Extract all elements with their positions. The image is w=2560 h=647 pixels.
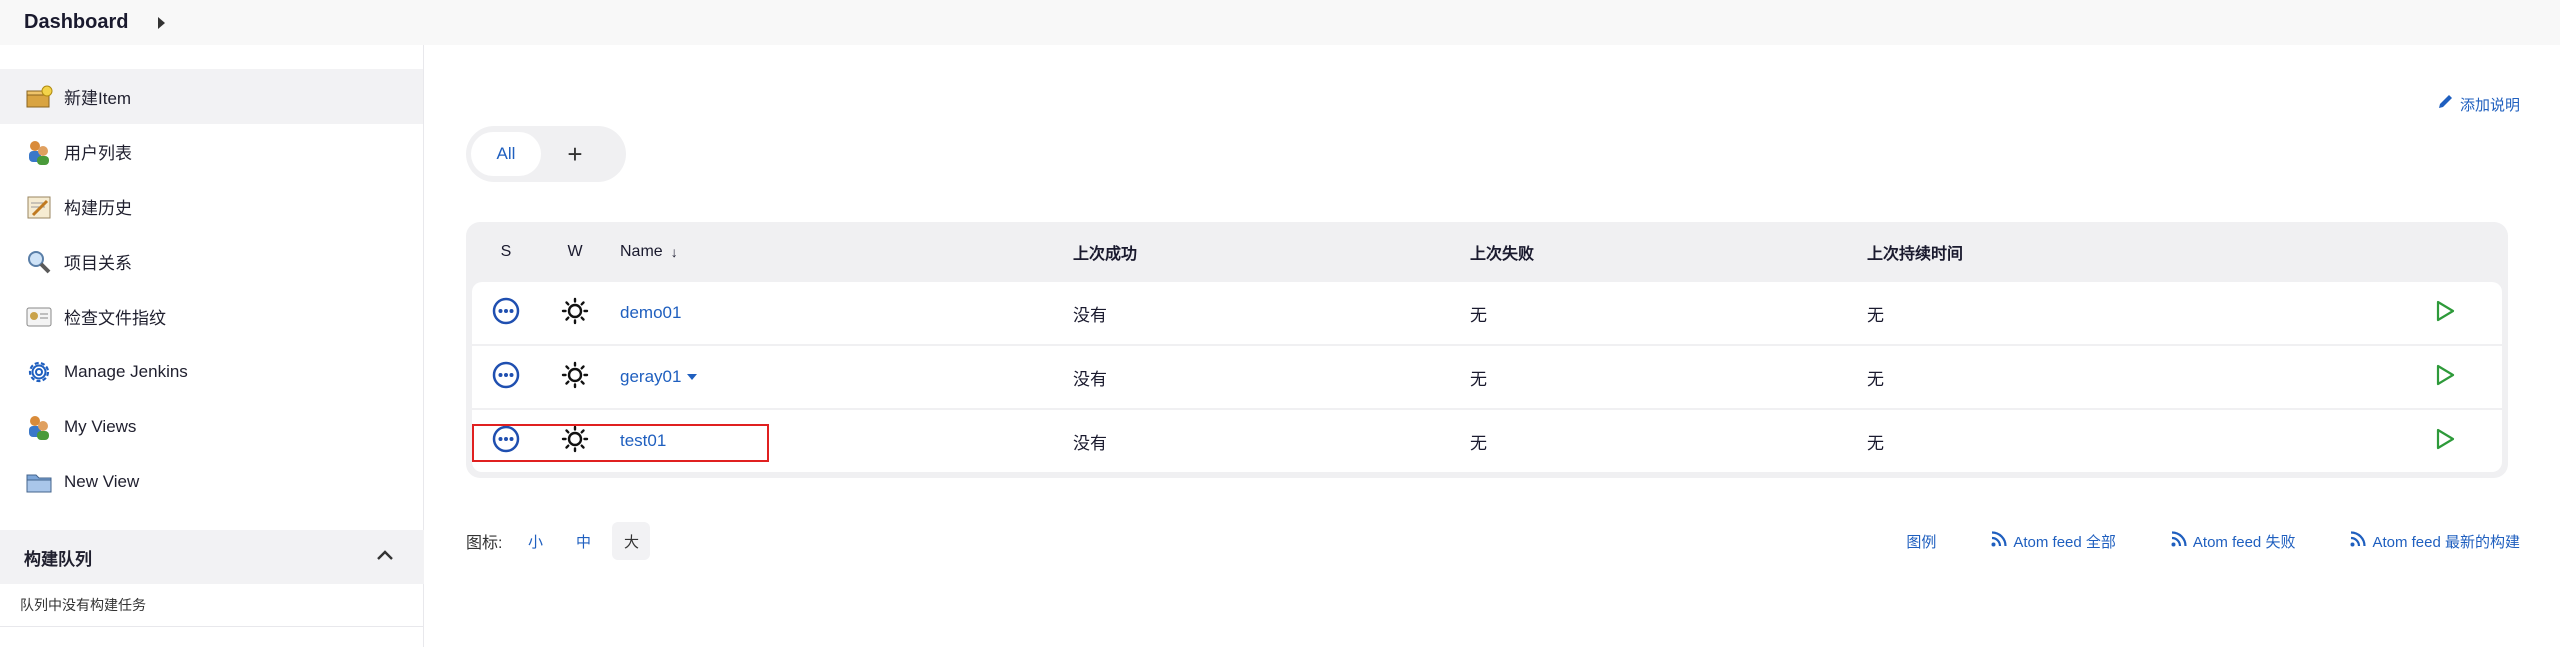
- build-now-play-icon[interactable]: [2434, 427, 2456, 456]
- rss-icon: [2170, 530, 2193, 552]
- tab-all[interactable]: All: [471, 132, 541, 176]
- add-view-button[interactable]: +: [555, 139, 595, 170]
- build-now-play-icon[interactable]: [2434, 363, 2456, 392]
- icon-size-selector: 图标: 小 中 大: [466, 522, 651, 560]
- last-failure-cell: 无: [1470, 369, 1487, 389]
- atom-feed-failed-link[interactable]: Atom feed 失败: [2170, 530, 2296, 552]
- table-row: demo01 没有 无 无: [472, 282, 2502, 344]
- atom-feed-latest-label: Atom feed 最新的构建: [2372, 533, 2520, 551]
- last-failure-cell: 无: [1470, 433, 1487, 453]
- last-failure-cell: 无: [1470, 305, 1487, 325]
- sidebar-item-my-views[interactable]: My Views: [0, 399, 423, 454]
- add-description-link[interactable]: 添加说明: [2436, 93, 2520, 115]
- header-status[interactable]: S: [472, 243, 540, 261]
- build-queue-empty-text: 队列中没有构建任务: [20, 597, 146, 613]
- rss-icon: [1990, 530, 2013, 552]
- header-last-duration[interactable]: 上次持续时间: [1867, 240, 2387, 264]
- gear-icon: [24, 357, 54, 387]
- divider: [0, 626, 424, 627]
- legend-link[interactable]: 图例: [1906, 531, 1936, 552]
- header-weather[interactable]: W: [540, 243, 610, 261]
- header-last-failure[interactable]: 上次失败: [1470, 240, 1867, 264]
- sidebar-item-label: 项目关系: [64, 254, 132, 273]
- not-built-status-icon: [491, 296, 521, 331]
- atom-feed-failed-label: Atom feed 失败: [2192, 533, 2296, 551]
- jobs-table: S W Name ↓ 上次成功 上次失败 上次持续时间 demo01 没有 无 …: [466, 222, 2508, 478]
- chevron-up-icon[interactable]: [376, 548, 394, 566]
- sidebar-item-manage-jenkins[interactable]: Manage Jenkins: [0, 344, 423, 399]
- add-description-label: 添加说明: [2459, 96, 2520, 114]
- job-link[interactable]: demo01: [620, 303, 681, 323]
- icon-size-large[interactable]: 大: [612, 522, 651, 560]
- breadcrumb-bar: Dashboard: [0, 0, 2560, 45]
- build-queue-title: 构建队列: [24, 549, 92, 569]
- sidebar-item-new-item[interactable]: 新建Item: [0, 69, 423, 124]
- atom-feed-all-link[interactable]: Atom feed 全部: [1990, 530, 2116, 552]
- sidebar-item-label: Manage Jenkins: [64, 361, 188, 381]
- icon-size-small[interactable]: 小: [516, 522, 554, 560]
- sidebar-item-label: 新建Item: [64, 89, 132, 108]
- highlight-annotation-box: [472, 424, 769, 462]
- job-link[interactable]: geray01: [620, 367, 681, 387]
- sidebar-item-label: New View: [64, 471, 140, 491]
- icon-size-label: 图标:: [466, 535, 503, 552]
- sidebar-item-build-history[interactable]: 构建历史: [0, 179, 423, 234]
- sort-arrow-icon: ↓: [670, 244, 678, 260]
- sidebar-item-label: My Views: [64, 416, 137, 436]
- view-tabs: All +: [466, 126, 626, 182]
- folder-icon: [24, 467, 54, 497]
- icon-size-medium[interactable]: 中: [564, 522, 602, 560]
- table-row: test01 没有 无 无: [472, 410, 2502, 472]
- weather-sunny-icon: [561, 361, 589, 394]
- sidebar-item-project-relationship[interactable]: 项目关系: [0, 234, 423, 289]
- weather-sunny-icon: [561, 297, 589, 330]
- table-row: geray01 没有 无 无: [472, 346, 2502, 408]
- rss-icon: [2349, 530, 2372, 552]
- sidebar-item-label: 用户列表: [64, 144, 132, 163]
- last-duration-cell: 无: [1867, 433, 1884, 453]
- header-name-label: Name: [620, 243, 663, 260]
- footer-links: 图例 Atom feed 全部 Atom feed 失败 Atom feed 最…: [1852, 530, 2520, 552]
- header-name[interactable]: Name ↓: [610, 243, 1073, 261]
- search-icon: [24, 247, 54, 277]
- breadcrumb-arrow-icon[interactable]: [158, 16, 166, 29]
- table-header: S W Name ↓ 上次成功 上次失败 上次持续时间: [472, 222, 2502, 282]
- sidebar: 新建Item 用户列表 构建历史 项目关系 检查文件指纹 Manage Jenk…: [0, 45, 424, 647]
- last-success-cell: 没有: [1073, 369, 1107, 389]
- sidebar-item-users[interactable]: 用户列表: [0, 124, 423, 179]
- last-duration-cell: 无: [1867, 369, 1884, 389]
- last-success-cell: 没有: [1073, 433, 1107, 453]
- header-last-success[interactable]: 上次成功: [1073, 240, 1470, 264]
- atom-feed-all-label: Atom feed 全部: [2013, 533, 2116, 551]
- build-queue-header[interactable]: 构建队列: [0, 530, 424, 584]
- last-success-cell: 没有: [1073, 305, 1107, 325]
- sidebar-item-fingerprint[interactable]: 检查文件指纹: [0, 289, 423, 344]
- job-menu-dropdown-icon[interactable]: [687, 374, 698, 380]
- breadcrumb-dashboard[interactable]: Dashboard: [24, 11, 128, 34]
- pencil-icon: [2436, 93, 2460, 115]
- last-duration-cell: 无: [1867, 305, 1884, 325]
- users-icon: [24, 137, 54, 167]
- sidebar-item-label: 构建历史: [64, 199, 132, 218]
- sidebar-item-label: 检查文件指纹: [64, 309, 166, 328]
- not-built-status-icon: [491, 360, 521, 395]
- sidebar-item-new-view[interactable]: New View: [0, 454, 423, 509]
- new-item-icon: [24, 82, 54, 112]
- build-now-play-icon[interactable]: [2434, 299, 2456, 328]
- fingerprint-icon: [24, 302, 54, 332]
- build-history-icon: [24, 192, 54, 222]
- users-icon: [24, 412, 54, 442]
- atom-feed-latest-link[interactable]: Atom feed 最新的构建: [2349, 530, 2520, 552]
